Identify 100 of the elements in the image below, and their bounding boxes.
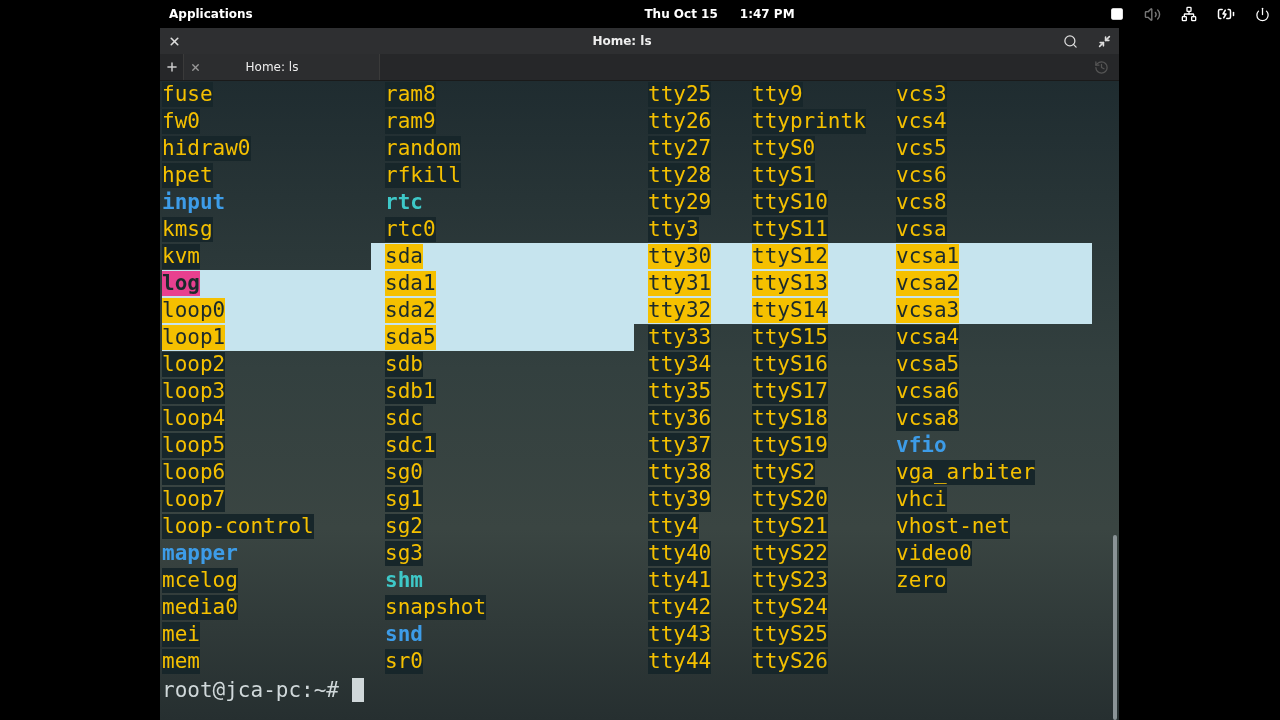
file-name: ram9: [385, 109, 436, 134]
network-icon[interactable]: [1181, 6, 1197, 22]
file-name: ttyS26: [752, 649, 828, 674]
file-name: vhci: [896, 487, 947, 512]
file-name: ttyS15: [752, 325, 828, 350]
file-name: zero: [896, 568, 947, 593]
file-name: tty35: [648, 379, 712, 404]
close-tab-button[interactable]: [190, 61, 201, 73]
file-name: loop4: [162, 406, 226, 431]
file-name: ttyS0: [752, 136, 816, 161]
unfullscreen-button[interactable]: [1098, 34, 1111, 48]
file-name: ttyS24: [752, 595, 828, 620]
file-name: vhost-net: [896, 514, 1010, 539]
file-name: vcs8: [896, 190, 947, 215]
volume-icon[interactable]: [1144, 5, 1161, 23]
file-name: mei: [162, 622, 200, 647]
file-name: tty41: [648, 568, 712, 593]
file-name: rtc0: [385, 217, 436, 242]
file-name: fw0: [162, 109, 200, 134]
file-name: ttyS1: [752, 163, 816, 188]
search-button[interactable]: [1063, 33, 1078, 49]
close-button[interactable]: [168, 34, 181, 48]
file-name: ttyS19: [752, 433, 828, 458]
file-name: tty28: [648, 163, 712, 188]
file-name: media0: [162, 595, 238, 620]
file-name: tty31: [648, 271, 712, 296]
file-name: sda1: [385, 271, 436, 296]
shell-prompt: root@jca-pc:~#: [162, 678, 339, 702]
terminal-tab[interactable]: Home: ls: [184, 54, 380, 80]
file-name: sdc1: [385, 433, 436, 458]
file-name: vcs6: [896, 163, 947, 188]
file-name: input: [162, 190, 226, 215]
file-name: snapshot: [385, 595, 487, 620]
applications-menu[interactable]: Applications: [169, 7, 253, 21]
file-name: tty33: [648, 325, 712, 350]
file-name: ttyS16: [752, 352, 828, 377]
file-name: mapper: [162, 541, 238, 566]
file-name: tty27: [648, 136, 712, 161]
file-name: shm: [385, 568, 423, 593]
file-name: vcsa8: [896, 406, 960, 431]
file-name: vcsa: [896, 217, 947, 242]
file-name: snd: [385, 622, 423, 647]
file-name: tty38: [648, 460, 712, 485]
file-name: random: [385, 136, 461, 161]
file-name: tty44: [648, 649, 712, 674]
file-name: ttyprintk: [752, 109, 866, 134]
file-name: ttyS10: [752, 190, 828, 215]
file-name: loop3: [162, 379, 226, 404]
file-name: sda5: [385, 325, 436, 350]
file-name: loop1: [162, 325, 226, 350]
file-name: tty26: [648, 109, 712, 134]
file-name: tty34: [648, 352, 712, 377]
time-text[interactable]: 1:47 PM: [739, 7, 795, 21]
file-name: rfkill: [385, 163, 461, 188]
file-name: vcsa6: [896, 379, 960, 404]
date-text[interactable]: Thu Oct 15: [644, 7, 718, 21]
file-name: vcsa1: [896, 244, 960, 269]
file-name: tty3: [648, 217, 699, 242]
file-name: sda2: [385, 298, 436, 323]
file-name: tty37: [648, 433, 712, 458]
file-name: vcsa4: [896, 325, 960, 350]
file-name: ttyS20: [752, 487, 828, 512]
window-title: Home: ls: [591, 34, 653, 48]
file-name: loop6: [162, 460, 226, 485]
file-name: ttyS17: [752, 379, 828, 404]
file-name: video0: [896, 541, 972, 566]
file-name: loop7: [162, 487, 226, 512]
file-name: tty42: [648, 595, 712, 620]
file-name: tty32: [648, 298, 712, 323]
file-name: sdb1: [385, 379, 436, 404]
file-name: tty4: [648, 514, 699, 539]
file-name: sg3: [385, 541, 423, 566]
square-icon[interactable]: [1110, 7, 1124, 21]
text-cursor: [352, 678, 364, 702]
file-name: vcs5: [896, 136, 947, 161]
file-name: loop-control: [162, 514, 314, 539]
file-name: tty29: [648, 190, 712, 215]
file-name: loop5: [162, 433, 226, 458]
file-name: ttyS18: [752, 406, 828, 431]
power-icon[interactable]: [1255, 6, 1270, 22]
file-name: vcs4: [896, 109, 947, 134]
scrollbar[interactable]: [1113, 535, 1117, 720]
file-name: tty43: [648, 622, 712, 647]
file-name: ttyS11: [752, 217, 828, 242]
file-name: mem: [162, 649, 200, 674]
file-name: tty30: [648, 244, 712, 269]
file-name: tty40: [648, 541, 712, 566]
file-name: vcsa2: [896, 271, 960, 296]
file-name: rtc: [385, 190, 423, 215]
file-name: vga_arbiter: [896, 460, 1036, 485]
file-name: hpet: [162, 163, 213, 188]
file-name: sda: [385, 244, 423, 269]
file-name: loop0: [162, 298, 226, 323]
plus-icon[interactable]: [164, 60, 179, 74]
file-name: vcsa3: [896, 298, 960, 323]
file-name: ttyS13: [752, 271, 828, 296]
file-name: sg0: [385, 460, 423, 485]
file-name: hidraw0: [162, 136, 251, 161]
file-name: vfio: [896, 433, 947, 458]
file-name: ttyS14: [752, 298, 828, 323]
